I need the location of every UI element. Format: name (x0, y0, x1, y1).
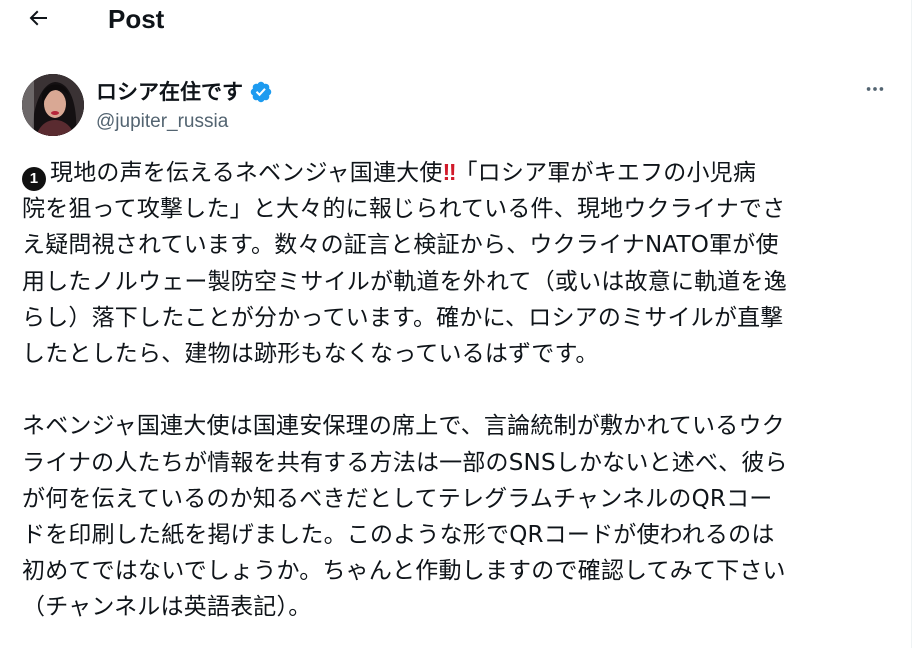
text-line: が何を伝えているのか知るべきだとしてテレグラムチャンネルのQRコー (22, 485, 773, 512)
avatar[interactable] (22, 74, 84, 136)
page-header: Post (0, 0, 900, 44)
text-line: ドを印刷した紙を掲げました。このような形でQRコードが使われるのは (22, 522, 775, 549)
page-title: Post (108, 4, 165, 34)
post-author: ロシア在住です @jupiter_russia (22, 74, 892, 138)
more-horizontal-icon (864, 78, 886, 104)
text-segment: 現地の声を伝えるネベンジャ国連大使 (50, 160, 443, 186)
text-segment: 「ロシア軍がキエフの小児病 (454, 160, 757, 186)
double-exclamation-icon: ‼ (442, 159, 457, 185)
text-line: 用したノルウェー製防空ミサイルが軌道を外れて（或いは故意に軌道を逸 (22, 268, 787, 295)
post-text: 1 現地の声を伝えるネベンジャ国連大使‼「ロシア軍がキエフの小児病 院を狙って攻撃… (22, 154, 884, 626)
text-line: ネベンジャ国連大使は国連安保理の席上で、言論統制が敷かれているウク (22, 413, 785, 440)
display-name[interactable]: ロシア在住です (96, 78, 243, 106)
back-button[interactable] (18, 0, 58, 40)
user-handle[interactable]: @jupiter_russia (96, 110, 228, 134)
text-line: ライナの人たちが情報を共有する方法は一部のSNSしかないと述べ、彼ら (22, 449, 788, 476)
text-line: （チャンネルは英語表記）。 (22, 594, 312, 621)
text-line: したとしたら、建物は跡形もなくなっているはずです。 (22, 341, 599, 368)
post-paragraph-2: ネベンジャ国連大使は国連安保理の席上で、言論統制が敷かれているウク ライナの人た… (22, 408, 884, 625)
more-options-button[interactable] (858, 76, 892, 106)
post-page: Post ロシア在住です @jupiter_russia 1 現地の声を伝えるネ… (0, 0, 918, 648)
text-line: 初めてではないでしょうか。ちゃんと作動しますので確認してみて下さい (22, 558, 786, 585)
post-paragraph-1: 1 現地の声を伝えるネベンジャ国連大使‼「ロシア軍がキエフの小児病 院を狙って攻撃… (22, 154, 884, 372)
text-line: え疑問視されています。数々の証言と検証から、ウクライナNATO軍が使 (22, 232, 779, 259)
verified-badge-icon[interactable] (249, 80, 273, 104)
arrow-left-icon (26, 6, 50, 34)
number-one-badge: 1 (22, 167, 46, 192)
display-name-row: ロシア在住です (96, 78, 273, 106)
scrollbar[interactable] (911, 0, 918, 648)
text-line: らし）落下したことが分かっています。確かに、ロシアのミサイルが直撃 (22, 304, 784, 331)
text-line: 院を狙って攻撃した」と大々的に報じられている件、現地ウクライナでさ (22, 196, 786, 223)
text-line: 1 現地の声を伝えるネベンジャ国連大使‼「ロシア軍がキエフの小児病 (22, 154, 884, 192)
